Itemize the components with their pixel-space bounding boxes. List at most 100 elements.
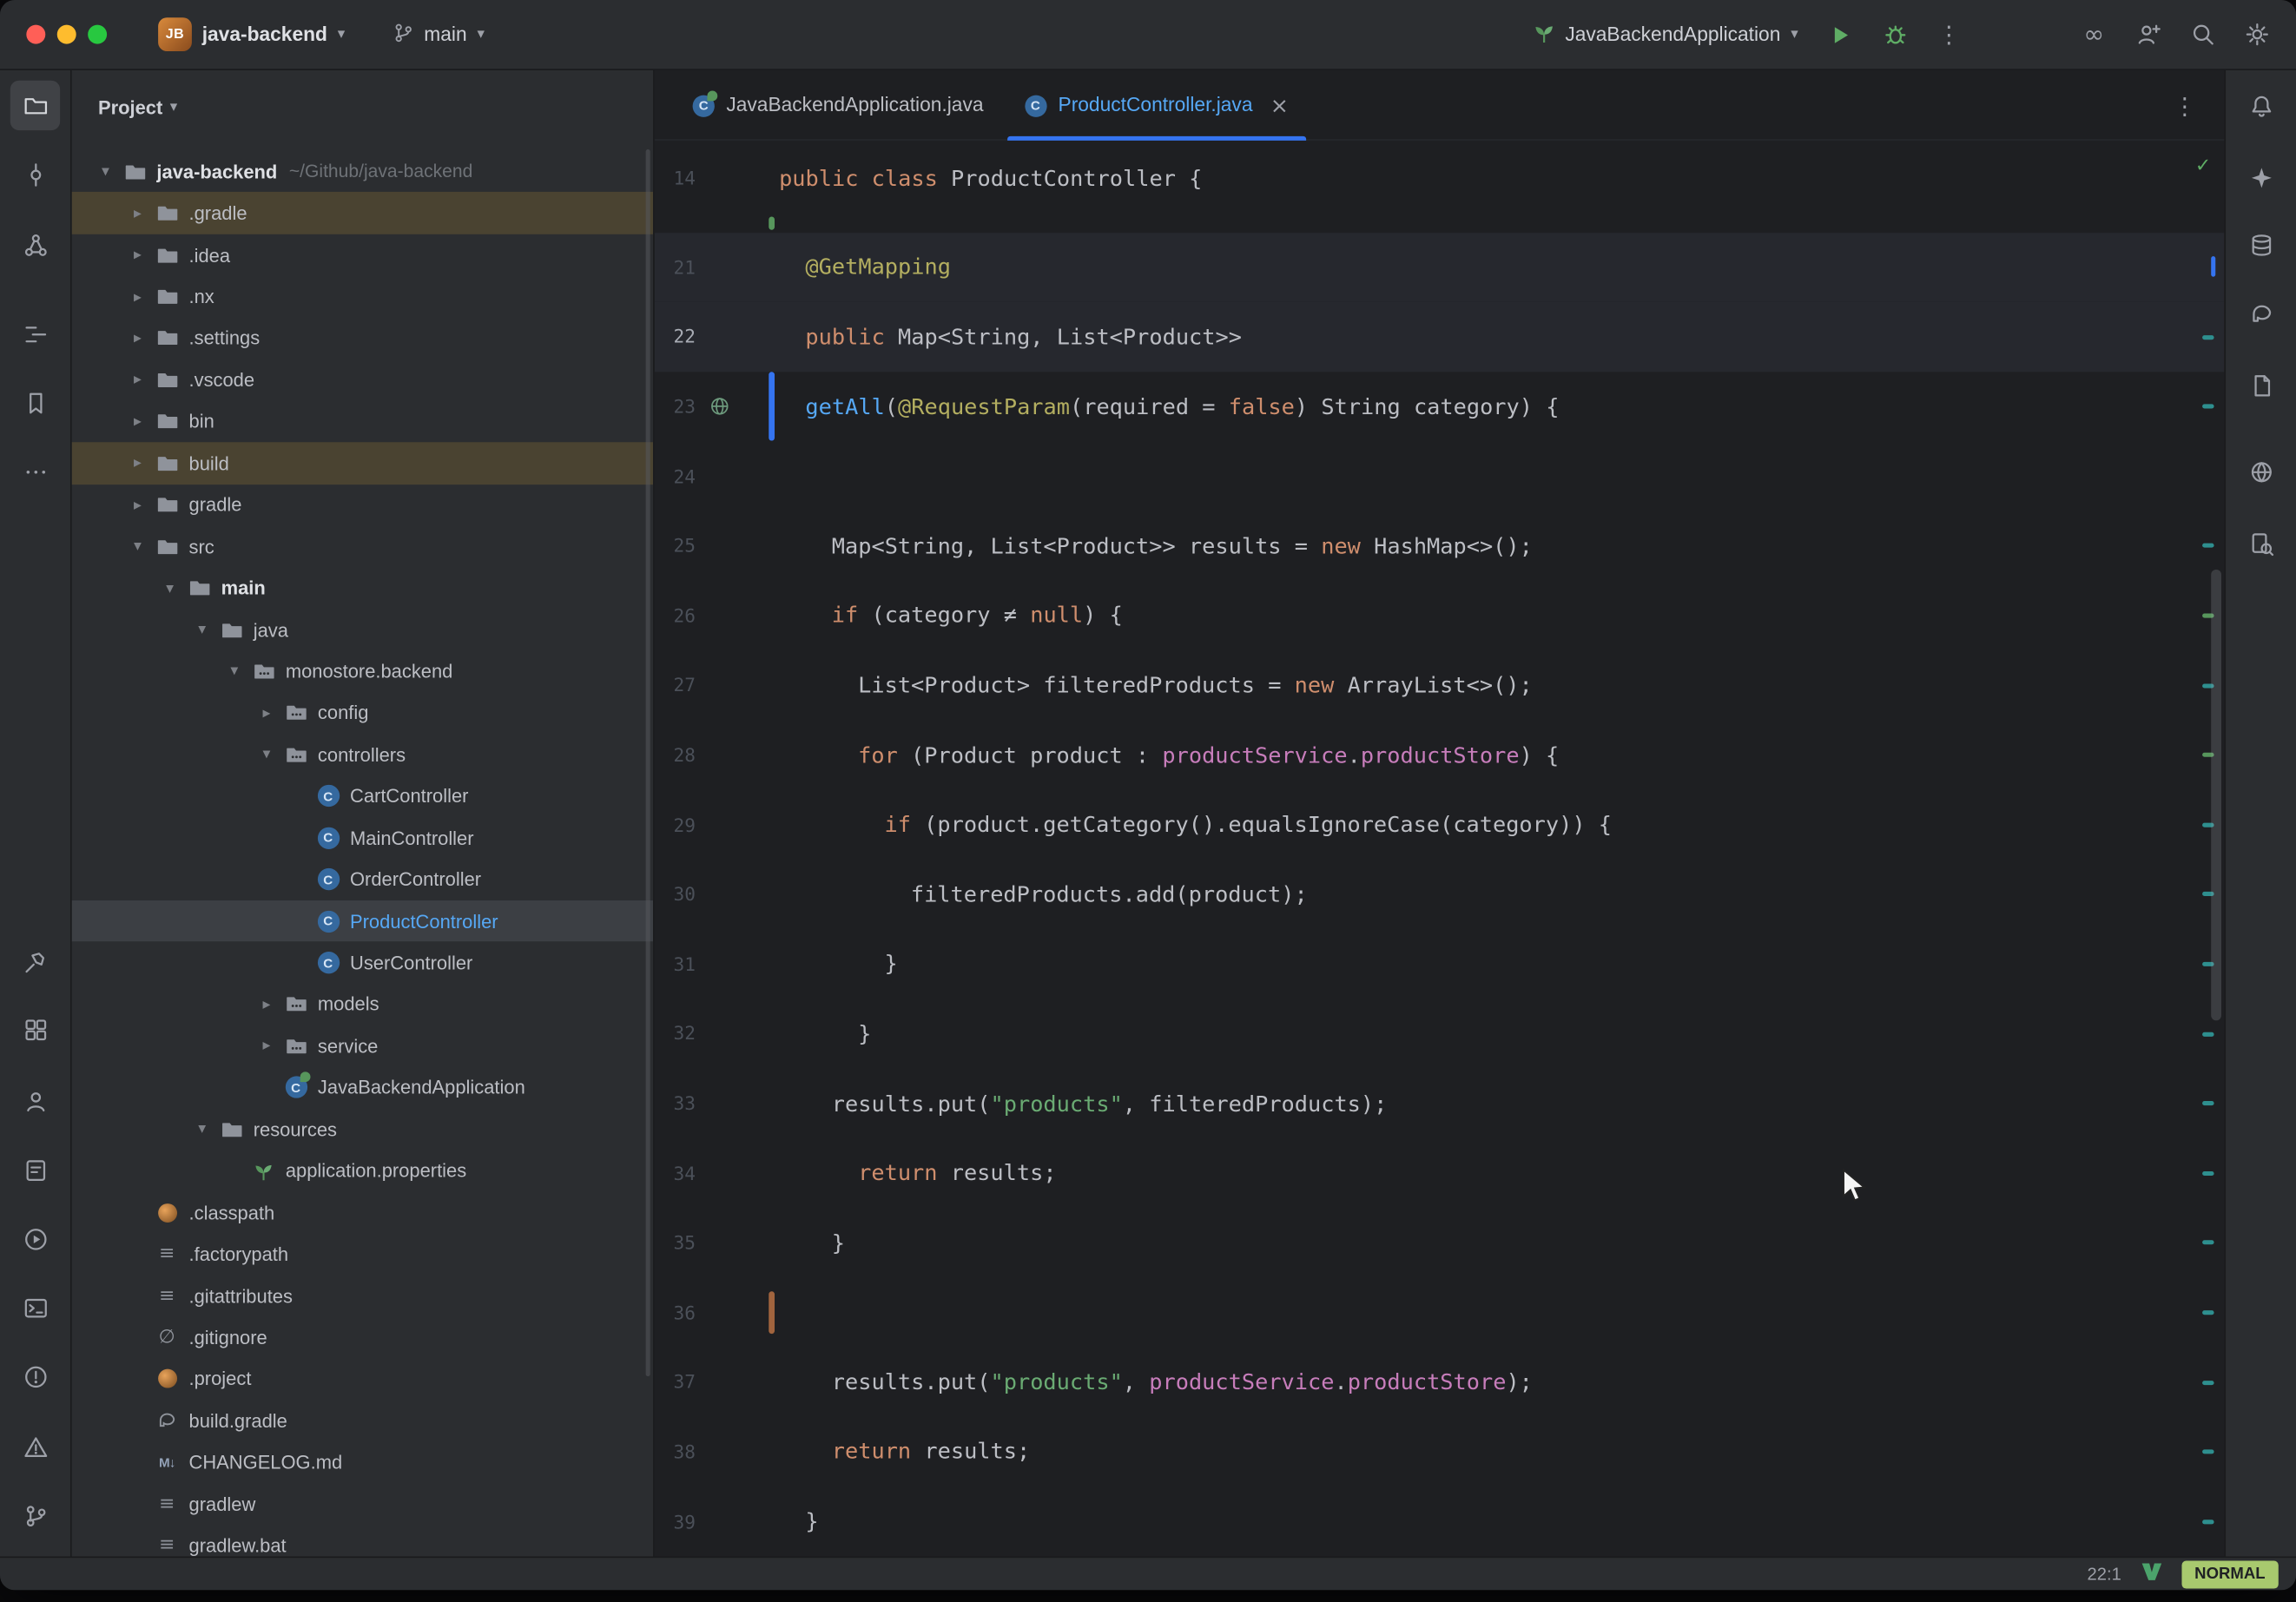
tree-item-resources[interactable]: resources (72, 1109, 653, 1150)
tree-item-usercontroller[interactable]: UserController (72, 942, 653, 984)
chevron-down-icon[interactable] (189, 1120, 215, 1137)
gradle-tool-button[interactable] (2236, 288, 2286, 338)
tree-item-gitignore[interactable]: .gitignore (72, 1316, 653, 1358)
chevron-down-icon[interactable] (254, 746, 280, 763)
code-line-32[interactable]: 32} (655, 999, 2225, 1068)
code-line-39[interactable]: 39} (655, 1487, 2225, 1556)
tree-item-factorypath[interactable]: .factorypath (72, 1233, 653, 1275)
tree-item-build-gradle[interactable]: build.gradle (72, 1400, 653, 1441)
problems-tool-button[interactable] (10, 1351, 60, 1401)
project-tool-button[interactable] (10, 81, 60, 130)
ai-assistant-button[interactable] (2069, 10, 2119, 59)
close-tab-icon[interactable] (1270, 91, 1289, 117)
tree-item-controllers[interactable]: controllers (72, 734, 653, 775)
chevron-right-icon[interactable] (254, 1038, 280, 1055)
chevron-right-icon[interactable] (124, 329, 150, 346)
zoom-window-button[interactable] (88, 25, 107, 44)
tree-item-idea[interactable]: .idea (72, 234, 653, 276)
tree-item-java-backend[interactable]: java-backend~/Github/java-backend (72, 151, 653, 193)
caret-position-widget[interactable]: 22:1 (2087, 1564, 2121, 1585)
tree-item-vscode[interactable]: .vscode (72, 359, 653, 400)
tab-options-button[interactable] (2160, 81, 2209, 130)
tree-item-settings[interactable]: .settings (72, 317, 653, 359)
endpoints-tool-button[interactable] (2236, 446, 2286, 496)
tree-item-cartcontroller[interactable]: CartController (72, 775, 653, 817)
chevron-right-icon[interactable] (124, 454, 150, 471)
run-tool-button[interactable] (10, 1214, 60, 1263)
code-line-22[interactable]: 22public Map<String, List<Product>> (655, 302, 2225, 372)
search-everywhere-button[interactable] (2177, 10, 2227, 59)
endpoint-globe-icon[interactable] (709, 395, 730, 417)
tree-item-service[interactable]: service (72, 1025, 653, 1067)
minimize-window-button[interactable] (57, 25, 76, 44)
chevron-right-icon[interactable] (124, 412, 150, 430)
project-scrollbar[interactable] (646, 149, 650, 1376)
maven-tool-button[interactable] (2236, 360, 2286, 410)
code-line-31[interactable]: 31} (655, 929, 2225, 999)
code-line-33[interactable]: 33results.put("products", filteredProduc… (655, 1068, 2225, 1137)
structure-tool-button[interactable] (10, 309, 60, 359)
tree-item-maincontroller[interactable]: MainController (72, 817, 653, 859)
tree-item-bin[interactable]: bin (72, 400, 653, 442)
tree-item-main[interactable]: main (72, 567, 653, 609)
invite-user-button[interactable] (2123, 10, 2173, 59)
code-line-30[interactable]: 30filteredProducts.add(product); (655, 860, 2225, 929)
warnings-tool-button[interactable] (10, 1421, 60, 1471)
code-line-24[interactable]: 24 (655, 441, 2225, 511)
chevron-right-icon[interactable] (124, 371, 150, 388)
tree-item-src[interactable]: src (72, 525, 653, 567)
code-line-36[interactable]: 36 (655, 1277, 2225, 1347)
pull-requests-tool-button[interactable] (10, 220, 60, 269)
chevron-right-icon[interactable] (124, 287, 150, 305)
tree-item-gitattributes[interactable]: .gitattributes (72, 1275, 653, 1316)
code-line-28[interactable]: 28for (Product product : productService.… (655, 720, 2225, 789)
close-window-button[interactable] (26, 25, 45, 44)
tree-item-productcontroller[interactable]: ProductController (72, 900, 653, 942)
tree-item-gradlew-bat[interactable]: gradlew.bat (72, 1525, 653, 1556)
editor-scrollbar[interactable] (2211, 570, 2221, 1020)
chevron-down-icon[interactable] (189, 621, 215, 638)
tree-item-gradle[interactable]: .gradle (72, 193, 653, 234)
code-line-35[interactable]: 35} (655, 1208, 2225, 1277)
editor-tab-javabackendapplication-java[interactable]: JavaBackendApplication.java (672, 70, 1004, 139)
commit-tool-button[interactable] (10, 149, 60, 199)
editor-tab-productcontroller-java[interactable]: ProductController.java (1004, 70, 1309, 139)
documentation-tool-button[interactable] (2236, 518, 2286, 568)
database-tool-button[interactable] (2236, 220, 2286, 269)
tree-item-models[interactable]: models (72, 984, 653, 1025)
ai-assistant-tool-button[interactable] (2236, 152, 2286, 201)
code-with-me-tool-button[interactable] (10, 1076, 60, 1125)
debug-button[interactable] (1870, 10, 1919, 59)
code-line-27[interactable]: 27List<Product> filteredProducts = new A… (655, 650, 2225, 720)
folded-region[interactable] (655, 214, 2225, 233)
project-selector[interactable]: JB java-backend (145, 10, 358, 59)
tree-item-project[interactable]: .project (72, 1358, 653, 1400)
code-line-29[interactable]: 29if (product.getCategory().equalsIgnore… (655, 789, 2225, 859)
bookmarks-tool-button[interactable] (10, 378, 60, 427)
build-tool-button[interactable] (10, 937, 60, 986)
chevron-right-icon[interactable] (124, 246, 150, 263)
vim-mode-badge[interactable]: NORMAL (2181, 1560, 2279, 1588)
chevron-down-icon[interactable] (156, 579, 182, 597)
todo-tool-button[interactable] (10, 1145, 60, 1195)
chevron-right-icon[interactable] (124, 496, 150, 513)
tree-item-ordercontroller[interactable]: OrderController (72, 859, 653, 900)
tree-item-nx[interactable]: .nx (72, 276, 653, 318)
tree-item-application-properties[interactable]: application.properties (72, 1150, 653, 1192)
project-view-selector[interactable]: Project (98, 96, 162, 117)
version-control-tool-button[interactable] (10, 1491, 60, 1540)
chevron-down-icon[interactable] (221, 663, 247, 680)
more-run-actions-button[interactable] (1924, 10, 1974, 59)
run-button[interactable] (1816, 10, 1865, 59)
more-tool-button[interactable] (10, 446, 60, 496)
chevron-right-icon[interactable] (124, 204, 150, 221)
tree-item-classpath[interactable]: .classpath (72, 1191, 653, 1233)
code-line-34[interactable]: 34return results; (655, 1138, 2225, 1208)
tree-item-gradlew[interactable]: gradlew (72, 1483, 653, 1525)
run-configuration-widget[interactable]: JavaBackendApplication (1520, 10, 1811, 59)
tree-item-monostore-backend[interactable]: monostore.backend (72, 650, 653, 692)
code-line-38[interactable]: 38return results; (655, 1417, 2225, 1487)
tree-item-changelog-md[interactable]: CHANGELOG.md (72, 1441, 653, 1483)
code-line-21[interactable]: 21@GetMapping (655, 232, 2225, 301)
code-line-23[interactable]: 23getAll(@RequestParam(required = false)… (655, 372, 2225, 441)
